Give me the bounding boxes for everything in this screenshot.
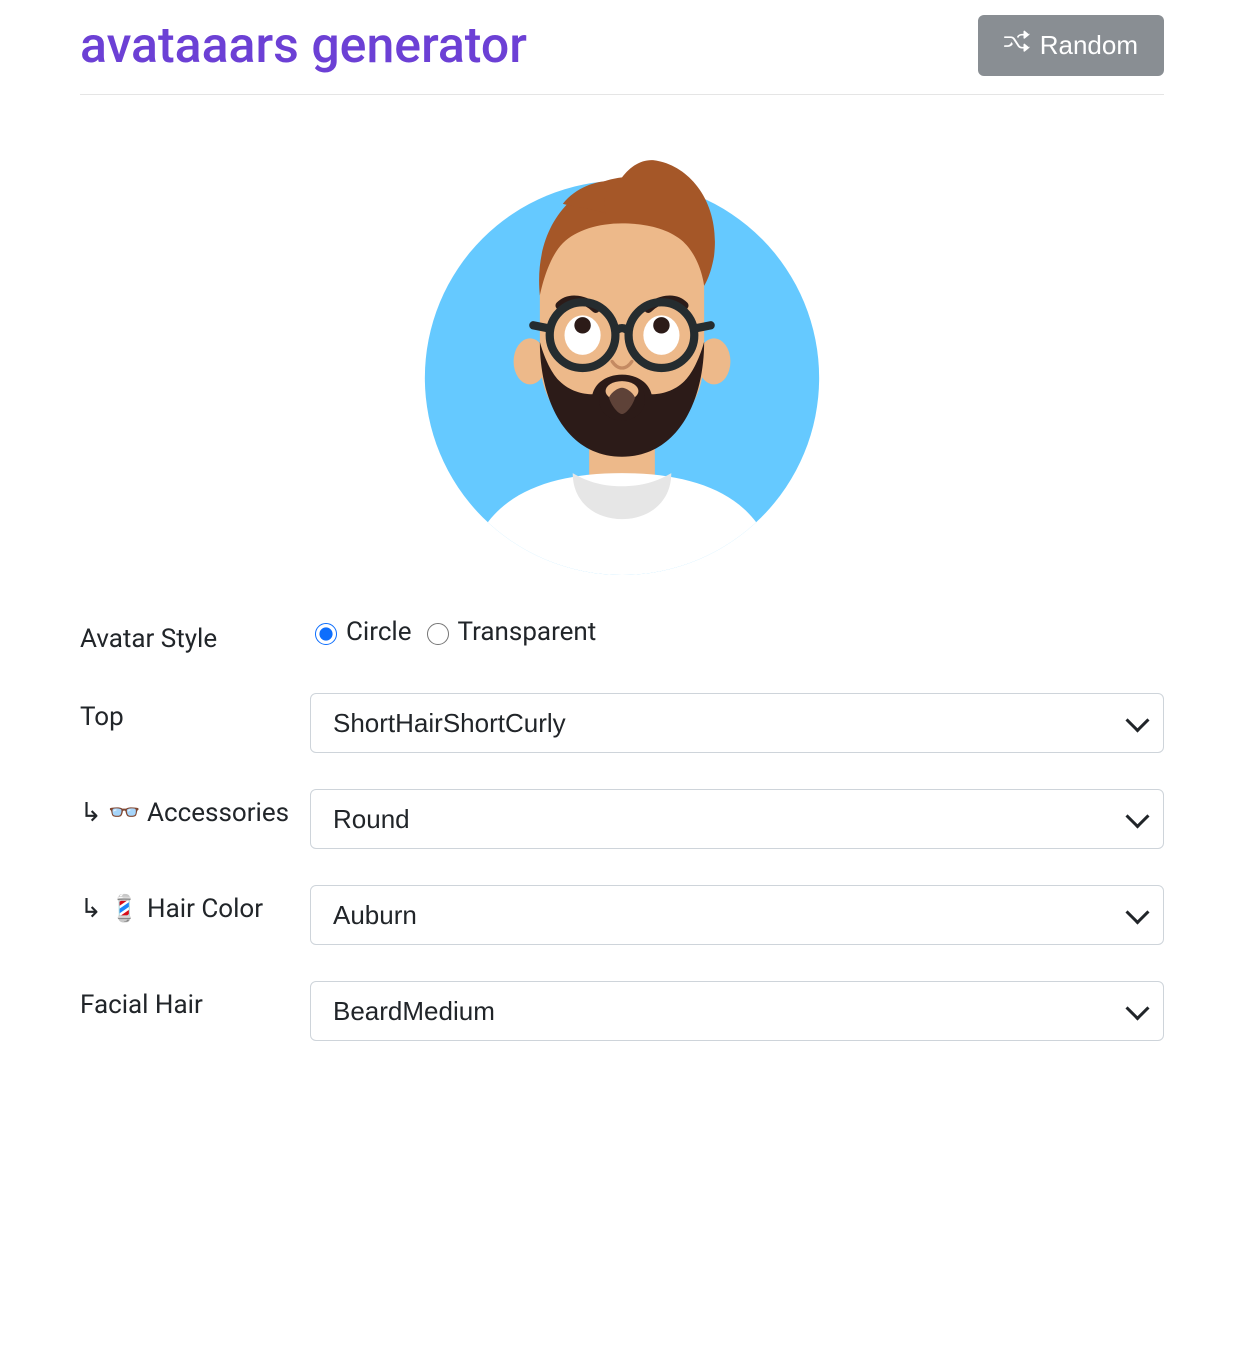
row-facial-hair: Facial Hair BeardMedium <box>80 981 1164 1041</box>
app-container: avataaars generator Random <box>0 0 1244 1041</box>
radio-circle[interactable]: Circle <box>310 617 412 647</box>
select-hair-color-wrap: Auburn <box>310 885 1164 945</box>
shuffle-icon <box>1004 29 1030 62</box>
select-top-wrap: ShortHairShortCurly <box>310 693 1164 753</box>
avatar-preview <box>80 95 1164 615</box>
radio-circle-input[interactable] <box>315 623 337 645</box>
label-facial-hair: Facial Hair <box>80 981 310 1023</box>
radio-transparent[interactable]: Transparent <box>422 617 597 647</box>
label-top: Top <box>80 693 310 735</box>
select-accessories-wrap: Round <box>310 789 1164 849</box>
avatar-style-options: Circle Transparent <box>310 615 1164 647</box>
row-accessories: ↳ 👓 Accessories Round <box>80 789 1164 849</box>
row-avatar-style: Avatar Style Circle Transparent <box>80 615 1164 657</box>
radio-transparent-input[interactable] <box>427 623 449 645</box>
row-top: Top ShortHairShortCurly <box>80 693 1164 753</box>
random-button-label: Random <box>1040 30 1138 61</box>
radio-transparent-label: Transparent <box>458 617 597 647</box>
select-facial-hair-wrap: BeardMedium <box>310 981 1164 1041</box>
label-avatar-style: Avatar Style <box>80 615 310 657</box>
select-accessories[interactable]: Round <box>310 789 1164 849</box>
label-accessories: ↳ 👓 Accessories <box>80 789 310 831</box>
header: avataaars generator Random <box>80 15 1164 95</box>
row-hair-color: ↳ 💈 Hair Color Auburn <box>80 885 1164 945</box>
select-facial-hair[interactable]: BeardMedium <box>310 981 1164 1041</box>
random-button[interactable]: Random <box>978 15 1164 76</box>
page-title: avataaars generator <box>80 17 527 75</box>
avatar-image <box>392 115 852 575</box>
select-top[interactable]: ShortHairShortCurly <box>310 693 1164 753</box>
radio-circle-label: Circle <box>346 617 412 647</box>
label-hair-color: ↳ 💈 Hair Color <box>80 885 310 927</box>
select-hair-color[interactable]: Auburn <box>310 885 1164 945</box>
